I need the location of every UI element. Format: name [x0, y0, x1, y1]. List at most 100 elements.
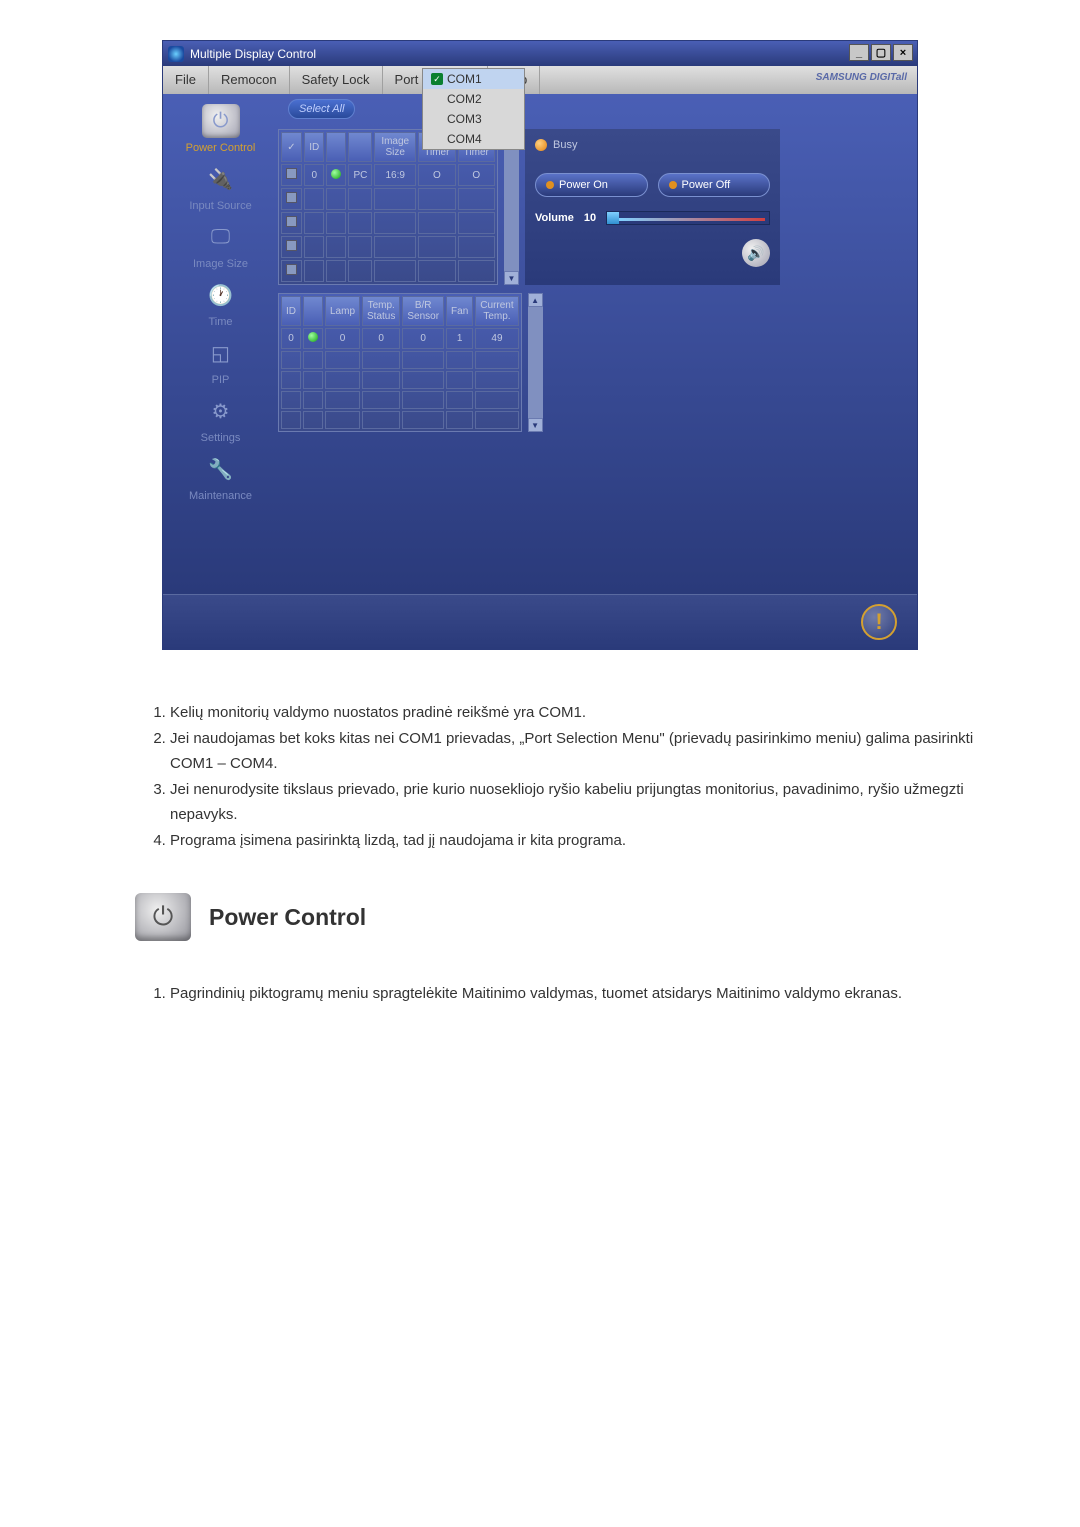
- cell-temp-status: 0: [362, 328, 400, 349]
- cell-image-size: 16:9: [374, 164, 416, 186]
- menu-remocon[interactable]: Remocon: [209, 66, 290, 94]
- status-dot-icon: [308, 332, 318, 342]
- menubar: File Remocon Safety Lock Port Selection …: [163, 66, 917, 94]
- port-item-com1[interactable]: ✓ COM1: [423, 69, 524, 89]
- image-size-icon: 🖵: [202, 220, 240, 254]
- sidebar-item-image-size[interactable]: 🖵 Image Size: [168, 220, 273, 270]
- table-row[interactable]: [281, 391, 519, 409]
- grid-top: ✓ ID Image Size On Timer Off Timer 0: [278, 129, 912, 285]
- table-row[interactable]: [281, 411, 519, 429]
- volume-track: [619, 218, 765, 221]
- sidebar-item-maintenance[interactable]: 🔧 Maintenance: [168, 452, 273, 502]
- col-status: [303, 296, 323, 326]
- app-window: Multiple Display Control _ ▢ × File Remo…: [162, 40, 918, 650]
- col-current-temp: Current Temp.: [475, 296, 518, 326]
- pip-icon: ◱: [202, 336, 240, 370]
- power-on-button[interactable]: Power On: [535, 173, 648, 197]
- alert-icon: !: [861, 604, 897, 640]
- cell-off-timer: O: [458, 164, 495, 186]
- list-item: Pagrindinių piktogramų meniu spragtelėki…: [170, 981, 1000, 1007]
- select-all-bar: Select All: [278, 94, 917, 124]
- col-lamp: Lamp: [325, 296, 360, 326]
- table-row[interactable]: 0 0 0 0 1 49: [281, 328, 519, 349]
- cell-bv-sensor: 0: [402, 328, 444, 349]
- port-selection-dropdown: ✓ COM1 COM2 COM3 COM4: [422, 68, 525, 150]
- cell-on-timer: O: [418, 164, 455, 186]
- sidebar-label: Settings: [201, 432, 241, 444]
- col-image-size: Image Size: [374, 132, 416, 162]
- main-area: Select All ✓ ID Image Size On: [278, 94, 917, 594]
- select-all-button[interactable]: Select All: [288, 99, 355, 119]
- port-label: COM1: [447, 72, 482, 86]
- list-item: Jei nenurodysite tikslaus prievado, prie…: [170, 777, 1000, 828]
- port-label: COM4: [447, 132, 482, 146]
- table-row[interactable]: [281, 236, 495, 258]
- col-id: ID: [281, 296, 301, 326]
- sidebar-item-power-control[interactable]: ⏻ Power Control: [168, 104, 273, 154]
- status-dot-icon: [331, 169, 341, 179]
- table-row[interactable]: [281, 351, 519, 369]
- sidebar-item-input-source[interactable]: 🔌 Input Source: [168, 162, 273, 212]
- btn-label: Power Off: [682, 179, 731, 191]
- dot-icon: [546, 181, 554, 189]
- mute-button[interactable]: 🔊: [742, 239, 770, 267]
- maximize-button[interactable]: ▢: [871, 44, 891, 61]
- table-row[interactable]: [281, 260, 495, 282]
- check-icon: ✓: [431, 73, 443, 85]
- col-fan: Fan: [446, 296, 473, 326]
- app-icon: [168, 46, 184, 62]
- port-item-com4[interactable]: COM4: [423, 129, 524, 149]
- scrollbar-2[interactable]: ▲ ▼: [528, 293, 543, 432]
- sidebar-item-settings[interactable]: ⚙ Settings: [168, 394, 273, 444]
- dot-icon: [669, 181, 677, 189]
- busy-dot-icon: [535, 139, 547, 151]
- port-item-com3[interactable]: COM3: [423, 109, 524, 129]
- checkbox[interactable]: [286, 192, 297, 203]
- scroll-down-icon[interactable]: ▼: [504, 271, 519, 285]
- titlebar: Multiple Display Control _ ▢ ×: [163, 41, 917, 66]
- col-temp-status: Temp. Status: [362, 296, 400, 326]
- volume-label: Volume: [535, 212, 574, 224]
- document-list-2: Pagrindinių piktogramų meniu spragtelėki…: [170, 981, 1000, 1007]
- cell-id: 0: [281, 328, 301, 349]
- checkbox[interactable]: [286, 240, 297, 251]
- menu-file[interactable]: File: [163, 66, 209, 94]
- list-item: Kelių monitorių valdymo nuostatos pradin…: [170, 700, 1000, 726]
- grid-area: ✓ ID Image Size On Timer Off Timer 0: [278, 124, 917, 594]
- power-off-button[interactable]: Power Off: [658, 173, 771, 197]
- checkbox[interactable]: [286, 264, 297, 275]
- cell-current-temp: 49: [475, 328, 518, 349]
- close-button[interactable]: ×: [893, 44, 913, 61]
- scrollbar-1[interactable]: ▲ ▼: [504, 129, 519, 285]
- list-item: Jei naudojamas bet koks kitas nei COM1 p…: [170, 726, 1000, 777]
- btn-label: Power On: [559, 179, 608, 191]
- sidebar-item-time[interactable]: 🕐 Time: [168, 278, 273, 328]
- port-item-com2[interactable]: COM2: [423, 89, 524, 109]
- col-bv-sensor: B/R Sensor: [402, 296, 444, 326]
- sidebar-label: Time: [208, 316, 232, 328]
- scroll-up-icon[interactable]: ▲: [528, 293, 543, 307]
- cell-lamp: 0: [325, 328, 360, 349]
- checkbox[interactable]: [286, 168, 297, 179]
- mute-row: 🔊: [535, 239, 770, 267]
- table-row[interactable]: [281, 212, 495, 234]
- minimize-button[interactable]: _: [849, 44, 869, 61]
- speaker-icon: 🔊: [747, 245, 764, 262]
- power-panel: Busy Power On Power Off Volume 10: [525, 129, 780, 285]
- menu-safety-lock[interactable]: Safety Lock: [290, 66, 383, 94]
- table-row[interactable]: 0 PC 16:9 O O: [281, 164, 495, 186]
- scroll-down-icon[interactable]: ▼: [528, 418, 543, 432]
- checkbox[interactable]: [286, 216, 297, 227]
- application-screenshot: Multiple Display Control _ ▢ × File Remo…: [80, 40, 1000, 650]
- sidebar-item-pip[interactable]: ◱ PIP: [168, 336, 273, 386]
- grid-bottom: ID Lamp Temp. Status B/R Sensor Fan Curr…: [278, 293, 912, 432]
- sidebar-label: PIP: [212, 374, 230, 386]
- col-id: ID: [304, 132, 324, 162]
- volume-slider[interactable]: [606, 211, 770, 225]
- brand-label: SAMSUNG DIGITall: [816, 72, 907, 83]
- table-row[interactable]: [281, 188, 495, 210]
- volume-value: 10: [584, 212, 596, 224]
- cell-input: PC: [348, 164, 372, 186]
- table-row[interactable]: [281, 371, 519, 389]
- power-control-section-icon: ⏻: [135, 893, 191, 941]
